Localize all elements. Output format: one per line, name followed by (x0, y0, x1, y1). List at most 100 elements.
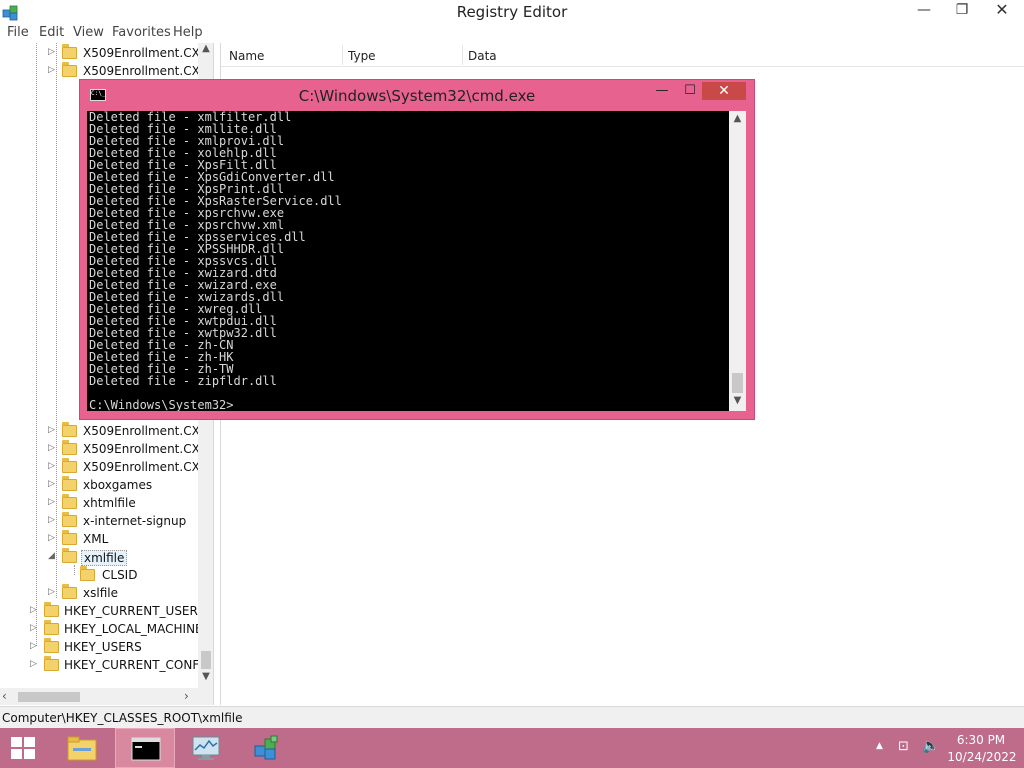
tree-item-label: HKEY_LOCAL_MACHINE (64, 622, 203, 636)
expand-arrow-icon[interactable]: ▷ (48, 479, 58, 489)
expand-arrow-icon[interactable]: ▷ (48, 461, 58, 471)
list-header: Name Type Data (221, 43, 1024, 67)
expand-arrow-icon[interactable]: ▷ (48, 587, 58, 597)
tree-item[interactable]: ▷ HKEY_CURRENT_CONFIG (30, 656, 212, 675)
tree-item-label: X509Enrollment.CX50 (83, 460, 214, 474)
expand-arrow-icon[interactable]: ▷ (30, 641, 40, 651)
column-header-type[interactable]: Type (348, 49, 376, 63)
cmd-minimize-button[interactable]: — (650, 82, 674, 102)
tree-item-label: x-internet-signup (83, 514, 187, 528)
tree-horizontal-scrollbar[interactable]: ‹ › (0, 688, 213, 705)
tree-item[interactable]: ▷ xboxgames (48, 476, 198, 495)
expand-arrow-icon[interactable]: ▷ (30, 605, 40, 615)
tree-item[interactable]: ▷ X509Enrollment.CX50 (48, 422, 213, 441)
performance-monitor-icon (192, 736, 220, 760)
tree-item-label: HKEY_CURRENT_USER (64, 604, 198, 618)
folder-icon (62, 476, 77, 491)
taskbar-file-explorer[interactable] (52, 728, 112, 768)
network-icon[interactable]: ⊡ (898, 739, 914, 755)
minimize-button[interactable]: — (910, 0, 938, 22)
tree-item[interactable]: ▷ xslfile (48, 584, 198, 603)
console-line: Deleted file - zipfldr.dll (89, 374, 277, 388)
clock-time[interactable]: 6:30 PM (950, 733, 1012, 747)
menu-edit[interactable]: Edit (39, 25, 64, 40)
taskbar-command-prompt[interactable] (115, 728, 175, 768)
console-icon (131, 737, 161, 761)
scroll-up-arrow-icon[interactable]: ▲ (198, 43, 213, 60)
column-header-name[interactable]: Name (229, 49, 264, 63)
column-header-data[interactable]: Data (468, 49, 497, 63)
tree-item-label: xboxgames (83, 478, 153, 492)
folder-icon (62, 458, 77, 473)
scrollbar-thumb[interactable] (18, 692, 80, 702)
column-divider[interactable] (462, 45, 463, 65)
command-prompt[interactable]: C:\Windows\System32> (89, 399, 234, 411)
cmd-maximize-button[interactable]: ☐ (678, 82, 702, 102)
tree-item[interactable]: ▷ xhtmlfile (48, 494, 198, 513)
scroll-down-arrow-icon[interactable]: ▼ (198, 671, 213, 688)
menu-view[interactable]: View (73, 25, 104, 40)
tree-item-label: X509Enrollment.CX50 (83, 424, 214, 438)
tree-item-selected[interactable]: ◢ xmlfile (48, 548, 198, 567)
window-title: Registry Editor (456, 3, 568, 21)
expand-arrow-icon[interactable]: ▷ (48, 533, 58, 543)
current-key-path: Computer\HKEY_CLASSES_ROOT\xmlfile (2, 711, 243, 725)
expand-arrow-icon[interactable]: ▷ (48, 515, 58, 525)
folder-icon (62, 62, 77, 77)
volume-icon[interactable]: 🔈 (922, 738, 939, 754)
expand-arrow-icon[interactable]: ▷ (30, 623, 40, 633)
tree-item[interactable]: ▷ X509Enrollment.CX50 (48, 440, 213, 459)
folder-icon (80, 566, 95, 581)
scroll-up-arrow-icon[interactable]: ▲ (729, 113, 746, 124)
scrollbar-thumb[interactable] (732, 373, 743, 393)
scroll-left-arrow-icon[interactable]: ‹ (2, 689, 7, 703)
windows-logo-icon (11, 737, 35, 759)
expand-arrow-icon[interactable]: ▷ (48, 497, 58, 507)
tree-item[interactable]: ▷ X509Enrollment.CX50 (48, 44, 213, 63)
tree-item[interactable]: ▷ x-internet-signup (48, 512, 198, 531)
expand-arrow-icon[interactable]: ▷ (48, 65, 58, 75)
cmd-window[interactable]: C:\_ C:\Windows\System32\cmd.exe — ☐ ✕ D… (79, 79, 755, 420)
scrollbar-thumb[interactable] (201, 651, 211, 669)
folder-icon (62, 494, 77, 509)
tree-item-label: X509Enrollment.CX50 (83, 64, 214, 78)
tree-item[interactable]: ▷ X509Enrollment.CX50 (48, 458, 213, 477)
start-button[interactable] (0, 728, 48, 768)
tree-item[interactable]: ▷ XML (48, 530, 198, 549)
tree-item-label: XML (83, 532, 109, 546)
column-divider[interactable] (342, 45, 343, 65)
expand-arrow-icon[interactable]: ▷ (48, 425, 58, 435)
collapse-arrow-icon[interactable]: ◢ (48, 551, 58, 561)
tree-item[interactable]: ▷ HKEY_USERS (30, 638, 198, 657)
taskbar-performance-monitor[interactable] (176, 728, 236, 768)
tree-item-label: X509Enrollment.CX50 (83, 442, 214, 456)
expand-arrow-icon[interactable]: ▷ (48, 443, 58, 453)
folder-icon (67, 736, 97, 761)
cmd-vertical-scrollbar[interactable]: ▲ ▼ (729, 111, 746, 411)
restore-button[interactable]: ❐ (948, 0, 976, 22)
close-button[interactable]: ✕ (980, 0, 1024, 22)
tree-item-label: X509Enrollment.CX50 (83, 46, 214, 60)
tree-item-label: CLSID (102, 568, 138, 582)
scroll-down-arrow-icon[interactable]: ▼ (729, 395, 746, 406)
expand-arrow-icon[interactable]: ▷ (30, 659, 40, 669)
tree-item-label: xhtmlfile (83, 496, 136, 510)
tree-item[interactable]: CLSID (66, 566, 198, 585)
console-output[interactable]: Deleted file - xmlfilter.dll Deleted fil… (87, 111, 729, 411)
menu-help[interactable]: Help (173, 25, 203, 40)
tree-guide-line (36, 43, 37, 646)
show-hidden-icons-icon[interactable]: ▲ (876, 741, 883, 751)
tree-item-label: xslfile (83, 586, 118, 600)
tree-item[interactable]: ▷ HKEY_LOCAL_MACHINE (30, 620, 203, 639)
clock-date[interactable]: 10/24/2022 (946, 750, 1018, 764)
regedit-title-bar[interactable]: Registry Editor — ❐ ✕ (0, 0, 1024, 24)
menu-favorites[interactable]: Favorites (112, 25, 171, 40)
cmd-close-button[interactable]: ✕ (702, 82, 746, 100)
scroll-right-arrow-icon[interactable]: › (184, 689, 189, 703)
menu-file[interactable]: File (7, 25, 29, 40)
taskbar-registry-editor[interactable] (237, 728, 297, 768)
taskbar: ▲ ⊡ 🔈 6:30 PM 10/24/2022 (0, 728, 1024, 768)
folder-icon (62, 422, 77, 437)
expand-arrow-icon[interactable]: ▷ (48, 47, 58, 57)
tree-item[interactable]: ▷ HKEY_CURRENT_USER (30, 602, 198, 621)
